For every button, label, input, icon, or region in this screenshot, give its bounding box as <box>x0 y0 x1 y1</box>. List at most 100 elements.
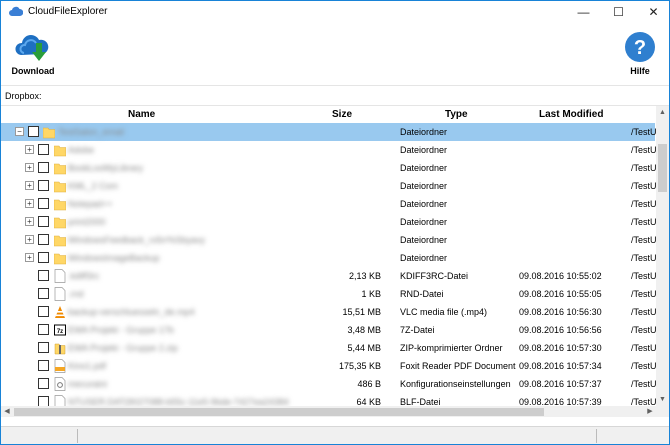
row-checkbox[interactable] <box>38 306 49 317</box>
folder-icon <box>54 253 66 265</box>
toolbar: Download ? Hilfe <box>1 23 669 85</box>
scroll-up-icon[interactable]: ▲ <box>656 106 669 119</box>
table-row[interactable]: − TestSalon_email Dateiordner/TestU <box>1 123 657 141</box>
minimize-button[interactable]: — <box>568 1 599 23</box>
file-type: Dateiordner <box>400 145 448 155</box>
file-size: 15,51 MB <box>342 307 381 317</box>
expand-icon[interactable]: + <box>25 253 34 262</box>
expand-icon[interactable]: + <box>25 235 34 244</box>
file-name: mecuraini <box>68 379 108 389</box>
app-window: CloudFileExplorer — ☐ ✕ Download ? Hilfe… <box>0 0 670 445</box>
table-row[interactable]: + Adobe Dateiordner/TestU <box>1 141 657 159</box>
horizontal-scrollbar[interactable]: ◀ ▶ <box>1 406 656 417</box>
row-checkbox[interactable] <box>38 198 49 209</box>
expand-icon[interactable]: + <box>25 163 34 172</box>
table-row[interactable]: + Notepad++ Dateiordner/TestU <box>1 195 657 213</box>
file-name: EWA Projekt - Gruppe 17b <box>68 325 174 335</box>
row-checkbox[interactable] <box>38 252 49 263</box>
row-checkbox[interactable] <box>38 270 49 281</box>
row-checkbox[interactable] <box>38 288 49 299</box>
file-path: /TestU <box>631 127 657 137</box>
7z-icon: 7z <box>54 324 66 336</box>
file-modified: 09.08.2016 10:57:37 <box>519 379 602 389</box>
file-type: Dateiordner <box>400 253 448 263</box>
minimize-icon: — <box>577 5 590 19</box>
file-path: /TestU <box>631 235 657 245</box>
scroll-right-icon[interactable]: ▶ <box>644 406 656 417</box>
row-checkbox[interactable] <box>38 234 49 245</box>
title-bar[interactable]: CloudFileExplorer — ☐ ✕ <box>1 1 669 23</box>
file-path: /TestU <box>631 145 657 155</box>
row-checkbox[interactable] <box>38 144 49 155</box>
file-path: /TestU <box>631 163 657 173</box>
row-checkbox[interactable] <box>38 360 49 371</box>
maximize-button[interactable]: ☐ <box>603 1 634 23</box>
folder-icon <box>54 145 66 157</box>
table-row[interactable]: + WindowsImageBackup Dateiordner/TestU <box>1 249 657 267</box>
close-button[interactable]: ✕ <box>638 1 669 23</box>
row-checkbox[interactable] <box>28 126 39 137</box>
file-name: .kdiff3rc <box>68 271 100 281</box>
vertical-scrollbar[interactable]: ▲ ▼ <box>656 106 669 406</box>
download-button[interactable]: Download <box>7 31 59 76</box>
column-modified[interactable]: Last Modified <box>539 109 603 120</box>
file-type: KDIFF3RC-Datei <box>400 271 469 281</box>
file-modified: 09.08.2016 10:55:05 <box>519 289 602 299</box>
help-button[interactable]: ? Hilfe <box>619 31 661 76</box>
scroll-thumb[interactable] <box>658 144 667 192</box>
pdf-icon <box>54 359 66 373</box>
table-row[interactable]: + WindowsFeedback_rx5rr%Sbyavy Dateiordner… <box>1 231 657 249</box>
table-row[interactable]: 7z EWA Projekt - Gruppe 17b 3,48 MB 7Z-Date… <box>1 321 657 339</box>
file-name: KML_2 Com <box>68 181 119 191</box>
file-path: /TestU <box>631 217 657 227</box>
table-row[interactable]: + print2000 Dateiordner/TestU <box>1 213 657 231</box>
svg-text:?: ? <box>634 37 646 59</box>
file-path: /TestU <box>631 343 657 353</box>
file-path: /TestU <box>631 379 657 389</box>
row-checkbox[interactable] <box>38 216 49 227</box>
row-checkbox[interactable] <box>38 342 49 353</box>
config-icon <box>54 377 66 391</box>
table-row[interactable]: EWA Projekt - Gruppe 2.zip 5,44 MB ZIP-kom… <box>1 339 657 357</box>
file-name: Notepad++ <box>68 199 113 209</box>
vlc-icon <box>55 306 65 318</box>
table-row[interactable]: .rnd 1 KB RND-Datei 09.08.2016 10:55:05/Tes… <box>1 285 657 303</box>
row-checkbox[interactable] <box>38 378 49 389</box>
scroll-left-icon[interactable]: ◀ <box>1 406 13 417</box>
expand-icon[interactable]: + <box>25 217 34 226</box>
file-path: /TestU <box>631 271 657 281</box>
file-icon <box>54 269 66 283</box>
table-row[interactable]: .kdiff3rc 2,13 KB KDIFF3RC-Datei 09.08.2016… <box>1 267 657 285</box>
expand-icon[interactable]: + <box>25 199 34 208</box>
window-title: CloudFileExplorer <box>28 6 108 17</box>
expand-icon[interactable]: + <box>25 181 34 190</box>
folder-icon <box>43 127 55 139</box>
file-list[interactable]: Name Size Type Last Modified − TestSalon_… <box>1 105 669 417</box>
table-row[interactable]: + BookLooMyLibrary Dateiordner/TestU <box>1 159 657 177</box>
column-size[interactable]: Size <box>332 109 352 120</box>
hscroll-thumb[interactable] <box>14 408 544 416</box>
column-header: Name Size Type Last Modified <box>1 106 655 123</box>
file-name: WindowsFeedback_rx5rr%Sbyavy <box>68 235 206 245</box>
collapse-icon[interactable]: − <box>15 127 24 136</box>
file-size: 175,35 KB <box>338 361 381 371</box>
file-name: WindowsImageBackup <box>68 253 160 263</box>
file-path: /TestU <box>631 181 657 191</box>
table-row[interactable]: backup-verschluesseln_de.mp4 15,51 MB VLC … <box>1 303 657 321</box>
table-row[interactable]: + KML_2 Com Dateiordner/TestU <box>1 177 657 195</box>
file-type: Dateiordner <box>400 127 448 137</box>
column-type[interactable]: Type <box>445 109 468 120</box>
file-name: Adobe <box>68 145 95 155</box>
expand-icon[interactable]: + <box>25 145 34 154</box>
row-checkbox[interactable] <box>38 162 49 173</box>
file-size: 1 KB <box>361 289 381 299</box>
table-row[interactable]: mecuraini 486 B Konfigurationseinstellunge… <box>1 375 657 393</box>
table-row[interactable]: Kino1.pdf 175,35 KB Foxit Reader PDF Docum… <box>1 357 657 375</box>
row-checkbox[interactable] <box>38 324 49 335</box>
scroll-down-icon[interactable]: ▼ <box>656 393 669 406</box>
file-size: 5,44 MB <box>347 343 381 353</box>
column-name[interactable]: Name <box>128 109 155 120</box>
file-rows: − TestSalon_email Dateiordner/TestU + Adobe D… <box>1 123 657 411</box>
folder-icon <box>54 181 66 193</box>
row-checkbox[interactable] <box>38 180 49 191</box>
